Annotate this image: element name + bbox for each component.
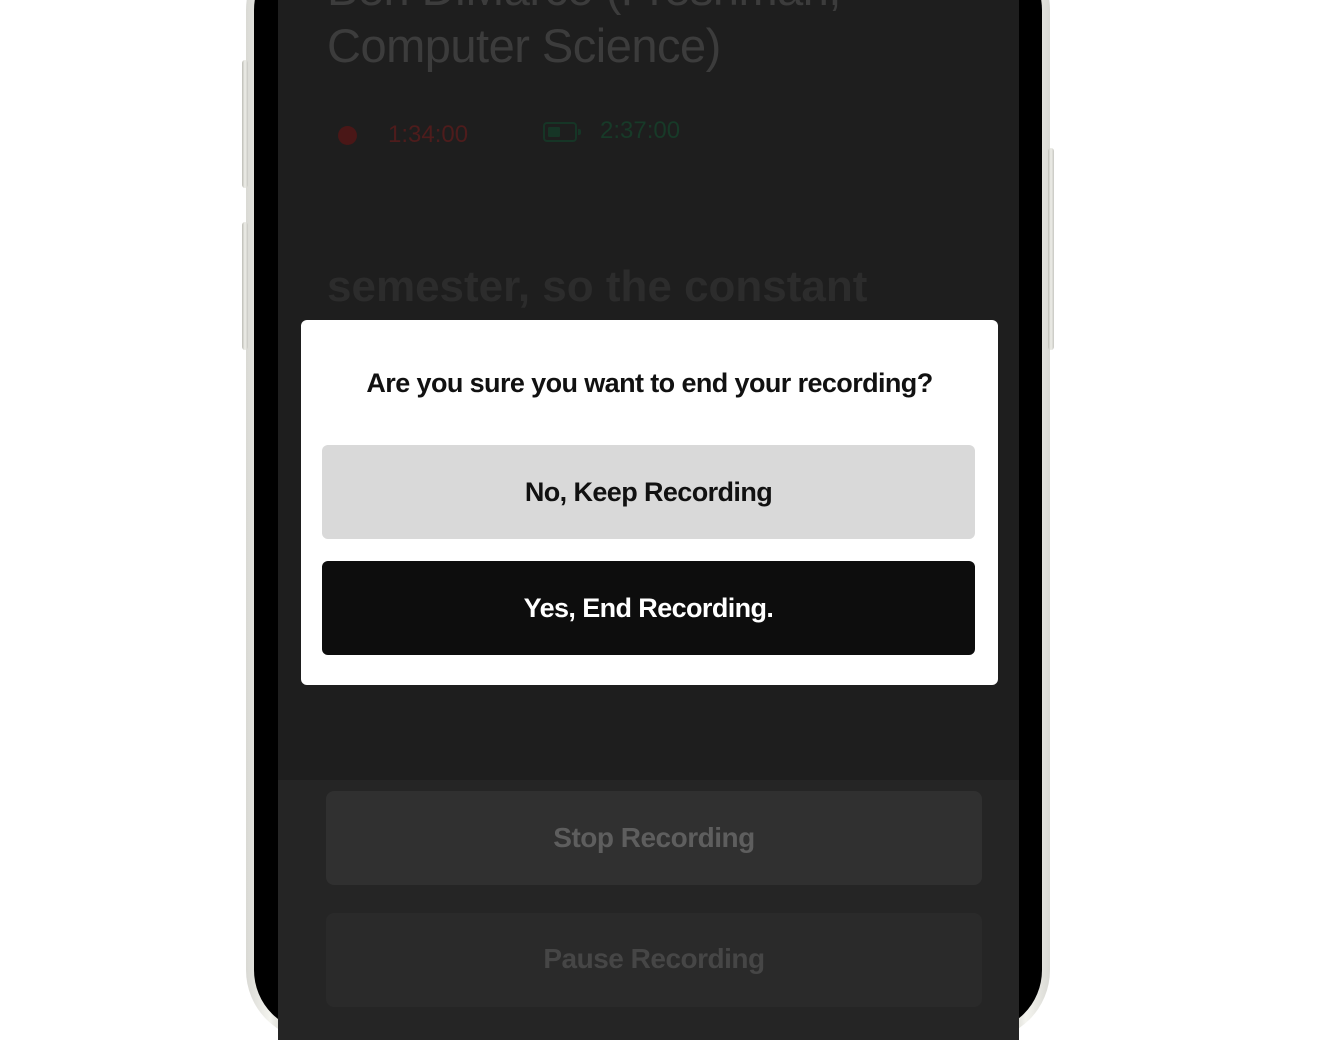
keep-recording-button[interactable]: No, Keep Recording (322, 445, 975, 539)
end-recording-button[interactable]: Yes, End Recording. (322, 561, 975, 655)
recording-time: 1:34:00 (388, 121, 469, 148)
stop-recording-button[interactable]: Stop Recording (326, 791, 982, 885)
transcript-text: semester, so the constant (327, 262, 868, 311)
phone-action-button (242, 60, 248, 188)
recording-dot-icon (338, 126, 357, 145)
battery-time: 2:37:00 (600, 117, 681, 144)
session-title: Ben DiMarco (Freshman, Computer Science) (327, 0, 842, 72)
dialog-title: Are you sure you want to end your record… (366, 368, 933, 398)
battery-icon (543, 122, 581, 142)
phone-power-button (1048, 148, 1054, 350)
pause-recording-button[interactable]: Pause Recording (326, 913, 982, 1007)
end-recording-dialog: Are you sure you want to end your record… (301, 320, 998, 685)
phone-volume-button (242, 222, 248, 350)
